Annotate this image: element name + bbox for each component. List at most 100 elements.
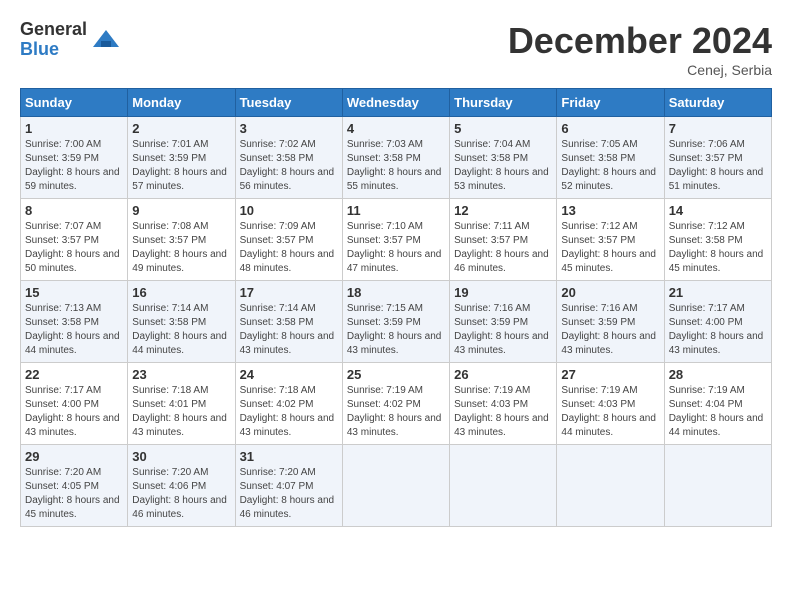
day-number: 29 <box>25 449 123 464</box>
day-detail: Sunrise: 7:10 AMSunset: 3:57 PMDaylight:… <box>347 221 442 274</box>
day-number: 30 <box>132 449 230 464</box>
day-number: 1 <box>25 121 123 136</box>
weekday-header: Saturday <box>664 89 771 117</box>
calendar-cell: 5 Sunrise: 7:04 AMSunset: 3:58 PMDaylight… <box>450 117 557 199</box>
weekday-header: Thursday <box>450 89 557 117</box>
day-detail: Sunrise: 7:11 AMSunset: 3:57 PMDaylight:… <box>454 221 549 274</box>
logo-general-text: General <box>20 20 87 40</box>
location: Cenej, Serbia <box>508 62 772 78</box>
calendar-cell: 6Sunrise: 7:05 AMSunset: 3:58 PMDaylight… <box>557 117 664 199</box>
day-detail: Sunrise: 7:19 AMSunset: 4:03 PMDaylight:… <box>454 385 549 438</box>
weekday-header: Friday <box>557 89 664 117</box>
calendar-cell: 23Sunrise: 7:18 AMSunset: 4:01 PMDayligh… <box>128 363 235 445</box>
day-detail: Sunrise: 7:07 AMSunset: 3:57 PMDaylight:… <box>25 221 120 274</box>
day-number: 25 <box>347 367 445 382</box>
weekday-header: Monday <box>128 89 235 117</box>
day-number: 19 <box>454 285 552 300</box>
day-detail: Sunrise: 7:09 AMSunset: 3:57 PMDaylight:… <box>240 221 335 274</box>
day-number: 3 <box>240 121 338 136</box>
calendar-cell <box>342 445 449 527</box>
day-number: 23 <box>132 367 230 382</box>
calendar-cell: 13Sunrise: 7:12 AMSunset: 3:57 PMDayligh… <box>557 199 664 281</box>
weekday-header: Sunday <box>21 89 128 117</box>
day-detail: Sunrise: 7:02 AMSunset: 3:58 PMDaylight:… <box>240 139 335 192</box>
calendar-cell: 21Sunrise: 7:17 AMSunset: 4:00 PMDayligh… <box>664 281 771 363</box>
day-number: 2 <box>132 121 230 136</box>
day-number: 5 <box>454 121 552 136</box>
calendar-week-row: 29 Sunrise: 7:20 AMSunset: 4:05 PMDayligh… <box>21 445 772 527</box>
weekday-header: Wednesday <box>342 89 449 117</box>
day-detail: Sunrise: 7:19 AMSunset: 4:04 PMDaylight:… <box>669 385 764 438</box>
day-detail: Sunrise: 7:12 AMSunset: 3:58 PMDaylight:… <box>669 221 764 274</box>
day-number: 12 <box>454 203 552 218</box>
calendar-cell: 24 Sunrise: 7:18 AMSunset: 4:02 PMDayligh… <box>235 363 342 445</box>
day-number: 10 <box>240 203 338 218</box>
day-detail: Sunrise: 7:12 AMSunset: 3:57 PMDaylight:… <box>561 221 656 274</box>
calendar-cell: 18 Sunrise: 7:15 AMSunset: 3:59 PMDayligh… <box>342 281 449 363</box>
calendar-cell: 20 Sunrise: 7:16 AMSunset: 3:59 PMDayligh… <box>557 281 664 363</box>
page-header: General Blue December 2024 Cenej, Serbia <box>20 20 772 78</box>
calendar-cell: 16 Sunrise: 7:14 AMSunset: 3:58 PMDayligh… <box>128 281 235 363</box>
day-detail: Sunrise: 7:19 AMSunset: 4:03 PMDaylight:… <box>561 385 656 438</box>
day-number: 27 <box>561 367 659 382</box>
calendar-cell: 12 Sunrise: 7:11 AMSunset: 3:57 PMDayligh… <box>450 199 557 281</box>
calendar-cell: 9Sunrise: 7:08 AMSunset: 3:57 PMDaylight… <box>128 199 235 281</box>
day-number: 4 <box>347 121 445 136</box>
calendar-cell: 26 Sunrise: 7:19 AMSunset: 4:03 PMDayligh… <box>450 363 557 445</box>
day-detail: Sunrise: 7:16 AMSunset: 3:59 PMDaylight:… <box>561 303 656 356</box>
day-detail: Sunrise: 7:14 AMSunset: 3:58 PMDaylight:… <box>132 303 227 356</box>
calendar-cell <box>557 445 664 527</box>
day-detail: Sunrise: 7:19 AMSunset: 4:02 PMDaylight:… <box>347 385 442 438</box>
day-number: 9 <box>132 203 230 218</box>
day-number: 8 <box>25 203 123 218</box>
calendar-cell: 27 Sunrise: 7:19 AMSunset: 4:03 PMDayligh… <box>557 363 664 445</box>
calendar-week-row: 22Sunrise: 7:17 AMSunset: 4:00 PMDayligh… <box>21 363 772 445</box>
day-number: 18 <box>347 285 445 300</box>
calendar-cell: 19 Sunrise: 7:16 AMSunset: 3:59 PMDayligh… <box>450 281 557 363</box>
day-number: 20 <box>561 285 659 300</box>
calendar-week-row: 15Sunrise: 7:13 AMSunset: 3:58 PMDayligh… <box>21 281 772 363</box>
logo: General Blue <box>20 20 121 60</box>
calendar-cell: 8 Sunrise: 7:07 AMSunset: 3:57 PMDaylight… <box>21 199 128 281</box>
day-number: 11 <box>347 203 445 218</box>
title-area: December 2024 Cenej, Serbia <box>508 20 772 78</box>
day-number: 24 <box>240 367 338 382</box>
calendar-cell: 1Sunrise: 7:00 AMSunset: 3:59 PMDaylight… <box>21 117 128 199</box>
calendar-week-row: 8 Sunrise: 7:07 AMSunset: 3:57 PMDaylight… <box>21 199 772 281</box>
calendar-cell: 22Sunrise: 7:17 AMSunset: 4:00 PMDayligh… <box>21 363 128 445</box>
calendar-cell: 11 Sunrise: 7:10 AMSunset: 3:57 PMDayligh… <box>342 199 449 281</box>
day-detail: Sunrise: 7:05 AMSunset: 3:58 PMDaylight:… <box>561 139 656 192</box>
day-detail: Sunrise: 7:16 AMSunset: 3:59 PMDaylight:… <box>454 303 549 356</box>
calendar-cell: 28 Sunrise: 7:19 AMSunset: 4:04 PMDayligh… <box>664 363 771 445</box>
calendar-cell: 31Sunrise: 7:20 AMSunset: 4:07 PMDayligh… <box>235 445 342 527</box>
calendar-cell: 2Sunrise: 7:01 AMSunset: 3:59 PMDaylight… <box>128 117 235 199</box>
calendar-table: SundayMondayTuesdayWednesdayThursdayFrid… <box>20 88 772 527</box>
calendar-body: 1Sunrise: 7:00 AMSunset: 3:59 PMDaylight… <box>21 117 772 527</box>
day-detail: Sunrise: 7:13 AMSunset: 3:58 PMDaylight:… <box>25 303 120 356</box>
day-detail: Sunrise: 7:15 AMSunset: 3:59 PMDaylight:… <box>347 303 442 356</box>
month-title: December 2024 <box>508 20 772 62</box>
day-detail: Sunrise: 7:14 AMSunset: 3:58 PMDaylight:… <box>240 303 335 356</box>
calendar-cell <box>450 445 557 527</box>
day-number: 16 <box>132 285 230 300</box>
calendar-header: SundayMondayTuesdayWednesdayThursdayFrid… <box>21 89 772 117</box>
day-detail: Sunrise: 7:18 AMSunset: 4:02 PMDaylight:… <box>240 385 335 438</box>
day-detail: Sunrise: 7:17 AMSunset: 4:00 PMDaylight:… <box>25 385 120 438</box>
calendar-cell: 3 Sunrise: 7:02 AMSunset: 3:58 PMDaylight… <box>235 117 342 199</box>
day-detail: Sunrise: 7:20 AMSunset: 4:05 PMDaylight:… <box>25 467 120 520</box>
calendar-cell: 29 Sunrise: 7:20 AMSunset: 4:05 PMDayligh… <box>21 445 128 527</box>
day-detail: Sunrise: 7:06 AMSunset: 3:57 PMDaylight:… <box>669 139 764 192</box>
day-detail: Sunrise: 7:17 AMSunset: 4:00 PMDaylight:… <box>669 303 764 356</box>
logo-icon <box>91 25 121 55</box>
calendar-cell: 7Sunrise: 7:06 AMSunset: 3:57 PMDaylight… <box>664 117 771 199</box>
day-detail: Sunrise: 7:03 AMSunset: 3:58 PMDaylight:… <box>347 139 442 192</box>
calendar-cell <box>664 445 771 527</box>
calendar-cell: 4 Sunrise: 7:03 AMSunset: 3:58 PMDaylight… <box>342 117 449 199</box>
calendar-cell: 17Sunrise: 7:14 AMSunset: 3:58 PMDayligh… <box>235 281 342 363</box>
logo-blue-text: Blue <box>20 40 87 60</box>
day-number: 28 <box>669 367 767 382</box>
day-detail: Sunrise: 7:04 AMSunset: 3:58 PMDaylight:… <box>454 139 549 192</box>
day-number: 14 <box>669 203 767 218</box>
calendar-cell: 30Sunrise: 7:20 AMSunset: 4:06 PMDayligh… <box>128 445 235 527</box>
day-number: 26 <box>454 367 552 382</box>
